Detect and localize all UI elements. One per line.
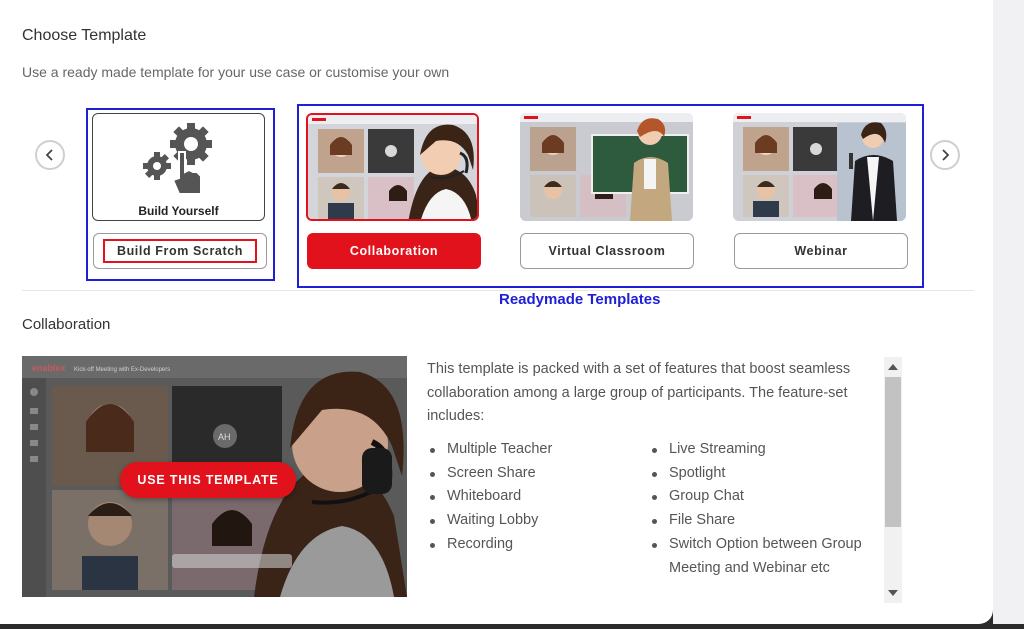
list-item: Spotlight — [649, 462, 875, 486]
build-yourself-thumbnail[interactable]: Build Yourself — [92, 113, 265, 221]
feature-list-left: Multiple Teacher Screen Share Whiteboard… — [427, 438, 627, 557]
collaboration-thumbnail[interactable] — [306, 113, 479, 221]
scroll-down-icon[interactable] — [888, 590, 898, 596]
background-strip-bottom — [0, 624, 1024, 629]
chevron-right-icon — [942, 149, 950, 161]
gears-hand-icon — [142, 123, 212, 195]
list-item: File Share — [649, 509, 875, 533]
list-item: Multiple Teacher — [427, 438, 627, 462]
webinar-template-label: Webinar — [794, 244, 848, 258]
collaboration-template-label: Collaboration — [349, 244, 439, 258]
feature-list-right: Live Streaming Spotlight Group Chat File… — [649, 438, 875, 580]
page-subtitle: Use a ready made template for your use c… — [22, 64, 450, 80]
webinar-thumbnail[interactable] — [733, 113, 906, 221]
list-item: Recording — [427, 533, 627, 557]
build-from-scratch-button[interactable]: Build From Scratch — [93, 233, 267, 269]
list-item: Screen Share — [427, 462, 627, 486]
template-description: This template is packed with a set of fe… — [427, 361, 851, 424]
virtual-classroom-template-button[interactable]: Virtual Classroom — [520, 233, 694, 269]
collaboration-preview-image — [308, 115, 477, 219]
scroll-up-icon[interactable] — [888, 364, 898, 370]
virtual-classroom-template-label: Virtual Classroom — [548, 244, 666, 258]
preview-meeting-title: Kick-off Meeting with Ex-Developers — [74, 367, 170, 373]
virtual-classroom-preview-image — [520, 113, 693, 221]
readymade-templates-annotation: Readymade Templates — [499, 291, 661, 308]
preview-brand: enablex — [32, 363, 66, 373]
scrollbar-thumb[interactable] — [885, 377, 901, 527]
selected-template-title: Collaboration — [22, 316, 111, 333]
preview-avatar-initials: AH — [218, 432, 231, 442]
webinar-template-button[interactable]: Webinar — [734, 233, 908, 269]
build-yourself-label: Build Yourself — [138, 204, 219, 218]
list-item: Waiting Lobby — [427, 509, 627, 533]
build-from-scratch-label: Build From Scratch — [116, 244, 244, 258]
list-item: Whiteboard — [427, 485, 627, 509]
template-card: Choose Template Use a ready made templat… — [0, 0, 993, 624]
background-strip — [993, 0, 1024, 624]
carousel-prev-button[interactable] — [35, 140, 65, 170]
collaboration-template-button[interactable]: Collaboration — [307, 233, 481, 269]
chevron-left-icon — [45, 149, 53, 161]
use-this-template-button[interactable]: USE THIS TEMPLATE — [120, 462, 296, 498]
page-title: Choose Template — [22, 27, 147, 44]
list-item: Switch Option between Group Meeting and … — [649, 533, 875, 580]
list-item: Group Chat — [649, 485, 875, 509]
section-divider — [22, 290, 974, 291]
description-scrollbar[interactable] — [884, 357, 902, 603]
virtual-classroom-thumbnail[interactable] — [520, 113, 693, 221]
carousel-next-button[interactable] — [930, 140, 960, 170]
webinar-preview-image — [733, 113, 906, 221]
list-item: Live Streaming — [649, 438, 875, 462]
